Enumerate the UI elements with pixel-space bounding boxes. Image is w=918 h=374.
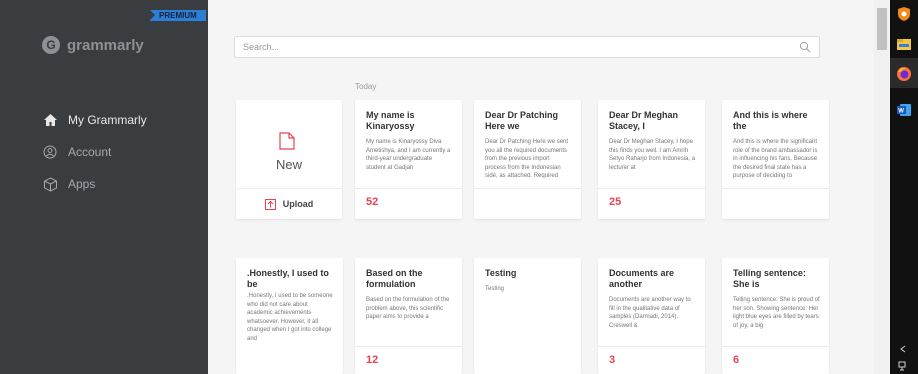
network-icon[interactable] [897, 360, 909, 372]
card-divider [722, 346, 829, 347]
card-divider [355, 188, 462, 189]
premium-badge[interactable]: PREMIUM [150, 10, 206, 21]
document-title: My name is Kinaryossy [366, 110, 415, 131]
sidebar-item-label: Account [68, 145, 112, 159]
document-issue-count: 6 [733, 354, 740, 366]
firefox-icon[interactable] [896, 66, 912, 82]
section-label-today: Today [355, 82, 377, 91]
search-input[interactable] [235, 37, 775, 57]
card-divider [474, 188, 581, 189]
new-document-icon [279, 132, 295, 150]
new-document-button[interactable]: New [236, 100, 342, 186]
document-title: Documents are another [609, 268, 675, 289]
chevron-up-icon[interactable] [898, 344, 908, 354]
sidebar-item-label: My Grammarly [68, 113, 147, 127]
sidebar-item-apps[interactable]: Apps [42, 168, 147, 200]
upload-icon [264, 198, 276, 210]
home-icon [42, 112, 58, 128]
document-issue-count: 52 [366, 196, 379, 208]
document-preview: My name is Kinaryossy Diva Ametishya, an… [366, 139, 451, 171]
document-title: Dear Dr Patching Here we [485, 110, 559, 131]
taskbar: W [890, 0, 918, 374]
document-card[interactable]: And this is where the And this is where … [722, 100, 829, 219]
card-divider [598, 188, 705, 189]
card-divider [598, 346, 705, 347]
scrollbar-thumb[interactable] [877, 8, 887, 50]
search-icon[interactable] [799, 41, 811, 53]
sidebar-item-label: Apps [68, 177, 96, 191]
sidebar-nav: My Grammarly Account Apps [42, 104, 147, 200]
vertical-scrollbar[interactable] [874, 0, 890, 374]
vpn-shield-icon[interactable] [896, 6, 912, 22]
upload-label: Upload [282, 199, 314, 209]
document-card[interactable]: Dear Dr Patching Here we Dear Dr Patchin… [474, 100, 581, 219]
document-preview: Dear Dr Meghan Stacey, I hope this finds… [609, 139, 696, 171]
document-title: .Honestly, I used to be [247, 268, 329, 289]
word-icon[interactable]: W [896, 102, 912, 118]
app-window: PREMIUM G grammarly My Grammarly Account [0, 0, 918, 374]
account-icon [42, 144, 58, 160]
search-bar [234, 36, 820, 58]
document-title: Testing [485, 268, 517, 278]
document-card[interactable]: Based on the formulation Based on the fo… [355, 258, 462, 374]
document-title: Based on the formulation [366, 268, 423, 289]
document-title: And this is where the [733, 110, 808, 131]
document-title: Dear Dr Meghan Stacey, I [609, 110, 679, 131]
sidebar-item-my-grammarly[interactable]: My Grammarly [42, 104, 147, 136]
upload-button[interactable]: Upload [236, 188, 342, 219]
document-preview: Based on the formulation of the problem … [366, 297, 450, 321]
document-card[interactable]: Documents are another Documents are anot… [598, 258, 705, 374]
document-title: Telling sentence: She is [733, 268, 806, 289]
new-label: New [275, 157, 302, 172]
card-divider [722, 188, 829, 189]
document-preview: Telling sentence: She is proud of her so… [733, 297, 820, 329]
document-card[interactable]: Testing Testing [474, 258, 581, 374]
new-document-card: New Upload [236, 100, 342, 219]
grammarly-logo[interactable]: G grammarly [42, 36, 144, 54]
file-explorer-icon[interactable] [896, 36, 912, 52]
svg-text:W: W [898, 109, 904, 115]
document-issue-count: 3 [609, 354, 616, 366]
document-card[interactable]: My name is Kinaryossy My name is Kinaryo… [355, 100, 462, 219]
card-divider [355, 346, 462, 347]
sidebar-item-account[interactable]: Account [42, 136, 147, 168]
document-preview: Dear Dr Patching Here we sent you all th… [485, 139, 569, 180]
sidebar: PREMIUM G grammarly My Grammarly Account [0, 0, 208, 374]
document-preview: Testing [485, 286, 505, 292]
logo-text: grammarly [67, 36, 144, 54]
document-card[interactable]: Dear Dr Meghan Stacey, I Dear Dr Meghan … [598, 100, 705, 219]
document-issue-count: 25 [609, 196, 622, 208]
document-issue-count: 12 [366, 354, 379, 366]
document-card[interactable]: Telling sentence: She is Telling sentenc… [722, 258, 829, 374]
document-preview: And this is where the significant role o… [733, 139, 818, 180]
document-preview: .Honestly, I used to be someone who did … [247, 293, 333, 342]
apps-cube-icon [42, 176, 58, 192]
grammarly-logo-icon: G [42, 36, 60, 54]
main-content: Today New Upload My name is Kinaryossy M… [208, 0, 874, 374]
document-preview: Documents are another way to fill in the… [609, 297, 691, 329]
document-card[interactable]: .Honestly, I used to be .Honestly, I use… [236, 258, 343, 374]
